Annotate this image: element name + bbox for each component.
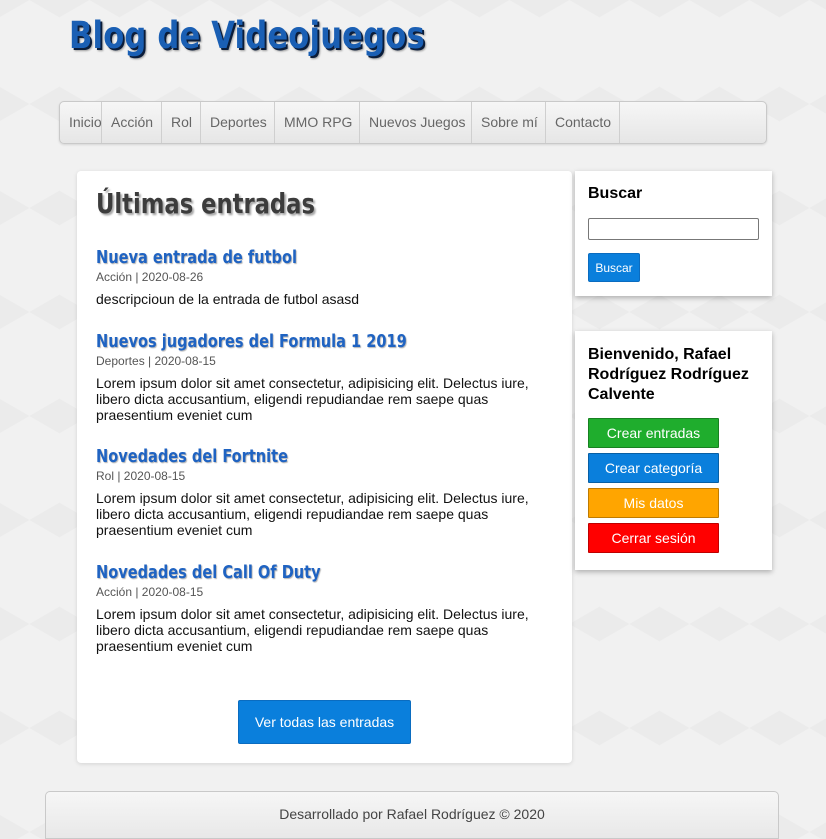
entry-meta: Acción | 2020-08-15 [96, 585, 204, 599]
entry-item: Novedades del Fortnite Rol | 2020-08-15 … [96, 446, 556, 538]
nav-item-accion[interactable]: Acción [102, 102, 162, 143]
entry-title[interactable]: Novedades del Fortnite [96, 446, 510, 467]
entry-item: Nuevos jugadores del Formula 1 2019 Depo… [96, 331, 556, 423]
main-nav: Inicio Acción Rol Deportes MMO RPG Nuevo… [59, 101, 767, 144]
my-data-button[interactable]: Mis datos [588, 488, 719, 518]
nav-item-inicio[interactable]: Inicio [60, 102, 102, 143]
footer: Desarrollado por Rafael Rodríguez © 2020 [45, 791, 779, 839]
entry-description: descripcioun de la entrada de futbol asa… [96, 291, 360, 307]
create-category-button[interactable]: Crear categoría [588, 453, 719, 483]
entry-description: Lorem ipsum dolor sit amet consectetur, … [96, 490, 529, 538]
nav-item-sobre-mi[interactable]: Sobre mí [472, 102, 546, 143]
entry-item: Nueva entrada de futbol Acción | 2020-08… [96, 247, 556, 307]
search-input[interactable] [588, 218, 759, 240]
nav-item-rol[interactable]: Rol [162, 102, 201, 143]
page-title: Últimas entradas [96, 187, 315, 220]
view-all-entries-button[interactable]: Ver todas las entradas [238, 700, 411, 744]
entry-item: Novedades del Call Of Duty Acción | 2020… [96, 562, 556, 654]
entry-description: Lorem ipsum dolor sit amet consectetur, … [96, 375, 529, 423]
search-button[interactable]: Buscar [588, 253, 640, 282]
logout-button[interactable]: Cerrar sesión [588, 523, 719, 553]
footer-text: Desarrollado por Rafael Rodríguez © 2020 [279, 806, 545, 822]
welcome-message: Bienvenido, Rafael Rodríguez Rodríguez C… [588, 346, 749, 403]
entry-meta: Rol | 2020-08-15 [96, 469, 186, 483]
site-title[interactable]: Blog de Videojuegos [69, 14, 425, 57]
nav-item-deportes[interactable]: Deportes [201, 102, 275, 143]
nav-item-contacto[interactable]: Contacto [546, 102, 620, 143]
entry-title[interactable]: Nuevos jugadores del Formula 1 2019 [96, 331, 510, 352]
create-entry-button[interactable]: Crear entradas [588, 418, 719, 448]
entry-title[interactable]: Nueva entrada de futbol [96, 247, 510, 268]
entry-title[interactable]: Novedades del Call Of Duty [96, 562, 510, 583]
search-widget: Buscar Buscar [575, 171, 772, 296]
entry-meta: Acción | 2020-08-26 [96, 270, 204, 284]
latest-entries-panel: Últimas entradas Nueva entrada de futbol… [77, 171, 572, 763]
entry-description: Lorem ipsum dolor sit amet consectetur, … [96, 606, 529, 654]
search-title: Buscar [588, 185, 643, 202]
nav-item-mmo-rpg[interactable]: MMO RPG [275, 102, 360, 143]
nav-item-nuevos-juegos[interactable]: Nuevos Juegos [360, 102, 472, 143]
user-widget: Bienvenido, Rafael Rodríguez Rodríguez C… [575, 331, 772, 570]
entry-meta: Deportes | 2020-08-15 [96, 354, 216, 368]
